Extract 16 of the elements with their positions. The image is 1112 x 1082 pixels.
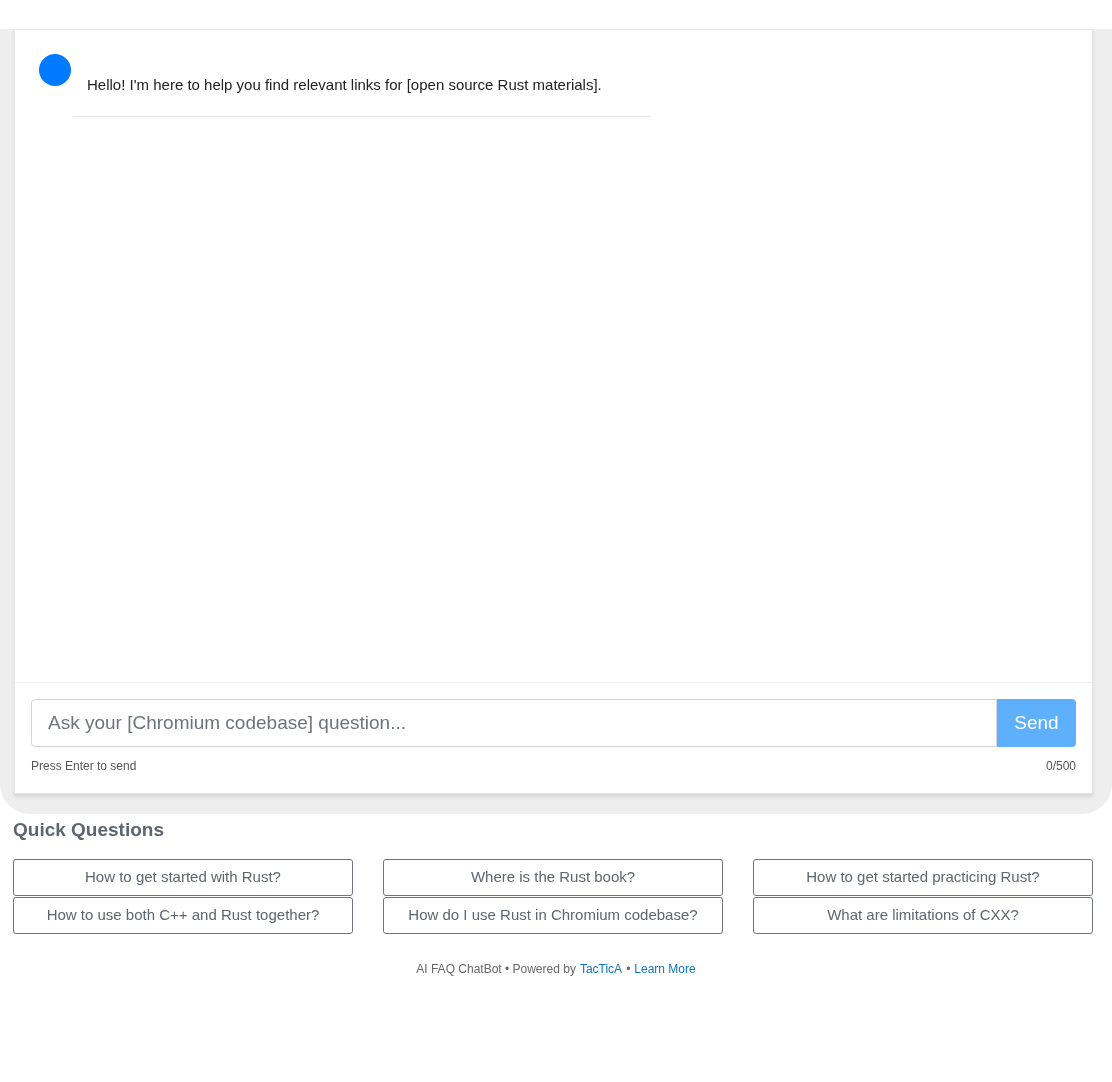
quick-question-button[interactable]: How to get started with Rust? [13, 858, 353, 896]
footer-text: AI FAQ ChatBot • Powered by [416, 960, 576, 978]
quick-question-button[interactable]: How do I use Rust in Chromium codebase? [383, 896, 723, 934]
learn-more-link[interactable]: Learn More [634, 959, 696, 978]
send-hint: Press Enter to send [31, 758, 137, 775]
bot-message: Hello! I'm here to help you find relevant links for [open source Rust materials]. [87, 75, 602, 95]
quick-questions-heading: Quick Questions [13, 818, 164, 842]
character-counter: 0/500 [1045, 758, 1076, 775]
quick-question-button[interactable]: How to use both C++ and Rust together? [13, 896, 353, 934]
question-input-field[interactable]: Ask your [Chromium codebase] question... [31, 699, 997, 747]
quick-question-button[interactable]: What are limitations of CXX? [753, 896, 1093, 934]
quick-question-button[interactable]: Where is the Rust book? [383, 858, 723, 896]
footer-separator: • [626, 960, 631, 978]
quick-question-button[interactable]: How to get started practicing Rust? [753, 858, 1093, 896]
bot-avatar-icon [39, 54, 71, 86]
tactica-link[interactable]: TacTicA [579, 959, 623, 978]
